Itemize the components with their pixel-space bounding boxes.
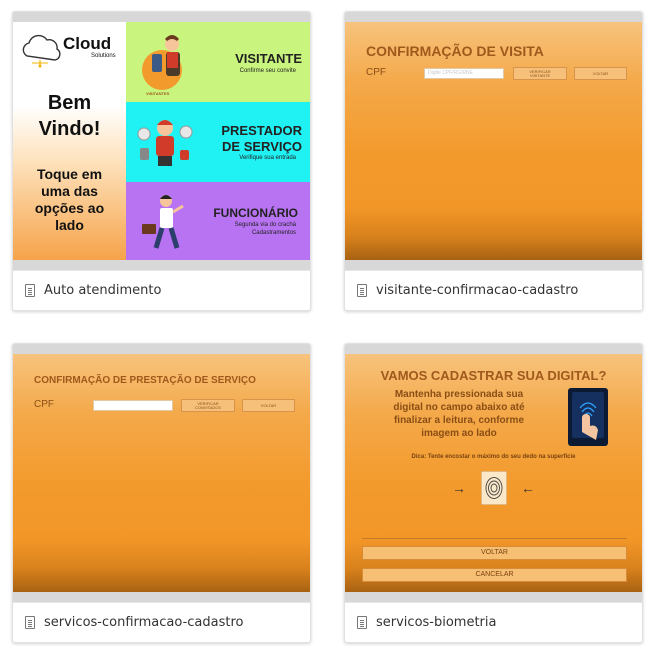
greeting-line: Vindo!	[38, 118, 101, 140]
visitantes-badge: VISITANTES	[146, 91, 170, 96]
thumbnail-top-bar	[13, 12, 310, 22]
arrow-right-icon: →	[452, 480, 466, 496]
employee-illustration-icon	[142, 195, 184, 249]
visitor-illustration-icon	[142, 35, 182, 90]
thumbnail-bottom-bar	[345, 260, 642, 270]
thumbnail-top-bar	[345, 344, 642, 354]
instruction-line: uma das	[41, 183, 98, 199]
option-visitante[interactable]: VISITANTES VISITANTE Confirme seu convit…	[126, 22, 310, 102]
brand-subtitle: Solutions	[91, 53, 116, 59]
document-icon	[25, 284, 35, 297]
greeting-line: Bem	[47, 92, 92, 114]
instruction-line: finalizar a leitura, conforme	[393, 415, 525, 426]
option-subtitle-line: Cadastramentos	[251, 230, 296, 236]
card-thumbnail: Cloud Solutions Bem Vindo! Toque em uma …	[13, 12, 310, 270]
document-icon	[357, 284, 367, 297]
verify-visitor-button[interactable]: VERIFICAR VISITANTE	[513, 67, 567, 80]
fingerprint-icon[interactable]	[481, 471, 507, 505]
cpf-label: CPF	[34, 399, 54, 410]
card-servicos-confirmacao-cadastro[interactable]: CONFIRMAÇÃO DE PRESTAÇÃO DE SERVIÇO CPF …	[12, 343, 311, 643]
brand-name: Cloud	[63, 34, 112, 53]
option-subtitle: Verifique sua entrada	[239, 155, 296, 161]
instruction-line: imagem ao lado	[421, 428, 497, 439]
option-title: PRESTADOR DE SERVIÇO	[221, 123, 302, 155]
option-title-line: PRESTADOR	[221, 123, 302, 138]
button-label-line: VISITANTE	[529, 72, 551, 78]
card-title[interactable]: servicos-confirmacao-cadastro	[44, 615, 243, 630]
instruction-text: Toque em uma das opções ao lado	[13, 166, 126, 234]
option-title: VISITANTE	[235, 51, 302, 66]
cpf-input[interactable]	[93, 400, 173, 411]
card-title[interactable]: servicos-biometria	[376, 615, 497, 630]
card-footer[interactable]: servicos-confirmacao-cadastro	[13, 602, 310, 642]
option-subtitle: Segunda via do crachá Cadastramentos	[235, 221, 296, 237]
option-title-line: DE SERVIÇO	[222, 139, 302, 154]
arrow-left-icon: ←	[521, 480, 535, 496]
option-funcionario[interactable]: FUNCIONÁRIO Segunda via do crachá Cadast…	[126, 182, 310, 260]
cpf-input[interactable]: Digite CPF/RG/RNE	[424, 68, 504, 79]
card-footer[interactable]: Auto atendimento	[13, 270, 310, 310]
orange-background: VAMOS CADASTRAR SUA DIGITAL? Mantenha pr…	[345, 354, 642, 592]
card-visitante-confirmacao-cadastro[interactable]: CONFIRMAÇÃO DE VISITA CPF Digite CPF/RG/…	[344, 11, 643, 311]
service-provider-illustration-icon	[137, 120, 193, 166]
fingerprint-scanner-image-icon	[568, 388, 608, 446]
button-label-line: CONVITADOS	[194, 404, 222, 410]
back-button[interactable]: VOLTAR	[242, 399, 295, 412]
card-thumbnail: CONFIRMAÇÃO DE PRESTAÇÃO DE SERVIÇO CPF …	[13, 344, 310, 602]
tip-text: Dica: Tente encostar o máximo do seu ded…	[411, 454, 576, 460]
thumbnail-top-bar	[13, 344, 310, 354]
orange-background: CONFIRMAÇÃO DE PRESTAÇÃO DE SERVIÇO CPF …	[13, 354, 310, 592]
orange-background: CONFIRMAÇÃO DE VISITA CPF Digite CPF/RG/…	[345, 22, 642, 260]
page-heading: CONFIRMAÇÃO DE VISITA	[366, 43, 544, 59]
cancel-button[interactable]: CANCELAR	[362, 568, 627, 582]
back-button[interactable]: VOLTAR	[362, 546, 627, 560]
page-heading: VAMOS CADASTRAR SUA DIGITAL?	[380, 368, 607, 383]
option-subtitle-line: Segunda via do crachá	[234, 222, 296, 228]
verify-button[interactable]: VERIFICAR CONVITADOS	[181, 399, 235, 412]
card-servicos-biometria[interactable]: VAMOS CADASTRAR SUA DIGITAL? Mantenha pr…	[344, 343, 643, 643]
thumbnail-bottom-bar	[345, 592, 642, 602]
cpf-label: CPF	[366, 67, 386, 78]
cloud-logo-icon	[22, 34, 61, 68]
instruction-line: opções ao	[34, 200, 105, 216]
card-thumbnail: VAMOS CADASTRAR SUA DIGITAL? Mantenha pr…	[345, 344, 642, 602]
thumbnail-top-bar	[345, 12, 642, 22]
card-title[interactable]: visitante-confirmacao-cadastro	[376, 283, 578, 298]
instruction-line: lado	[55, 217, 84, 233]
instruction-line: Mantenha pressionada sua	[394, 389, 524, 400]
instruction-text: Mantenha pressionada sua digital no camp…	[359, 388, 559, 440]
card-thumbnail: CONFIRMAÇÃO DE VISITA CPF Digite CPF/RG/…	[345, 12, 642, 270]
card-auto-atendimento[interactable]: Cloud Solutions Bem Vindo! Toque em uma …	[12, 11, 311, 311]
document-icon	[25, 616, 35, 629]
card-title[interactable]: Auto atendimento	[44, 283, 161, 298]
card-footer[interactable]: servicos-biometria	[345, 602, 642, 642]
card-footer[interactable]: visitante-confirmacao-cadastro	[345, 270, 642, 310]
welcome-panel: Cloud Solutions Bem Vindo! Toque em uma …	[13, 22, 126, 260]
divider	[362, 538, 627, 539]
option-subtitle: Confirme seu convite	[239, 68, 296, 74]
thumbnail-bottom-bar	[13, 260, 310, 270]
back-button[interactable]: VOLTAR	[574, 67, 627, 80]
document-icon	[357, 616, 367, 629]
thumbnail-bottom-bar	[13, 592, 310, 602]
greeting: Bem Vindo!	[13, 90, 126, 142]
instruction-line: digital no campo abaixo até	[393, 402, 525, 413]
page-heading: CONFIRMAÇÃO DE PRESTAÇÃO DE SERVIÇO	[34, 375, 256, 386]
option-title: FUNCIONÁRIO	[213, 206, 298, 220]
instruction-line: Toque em	[36, 166, 103, 182]
option-prestador-de-servico[interactable]: PRESTADOR DE SERVIÇO Verifique sua entra…	[126, 102, 310, 182]
